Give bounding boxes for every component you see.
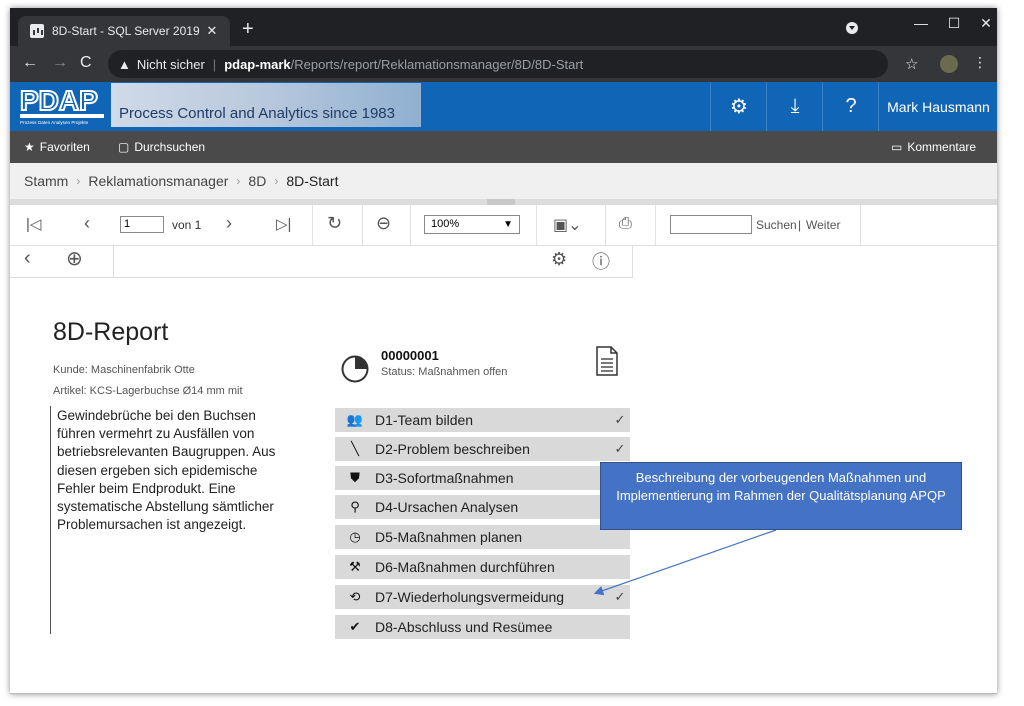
callout-arrow	[593, 529, 777, 596]
annotation-callout: Beschreibung der vorbeugenden Maßnahmen …	[600, 462, 962, 530]
browser-window: 8D-Start - SQL Server 2019 Repor ✕ + — ☐…	[10, 8, 997, 694]
window-bottom-border	[10, 693, 997, 694]
